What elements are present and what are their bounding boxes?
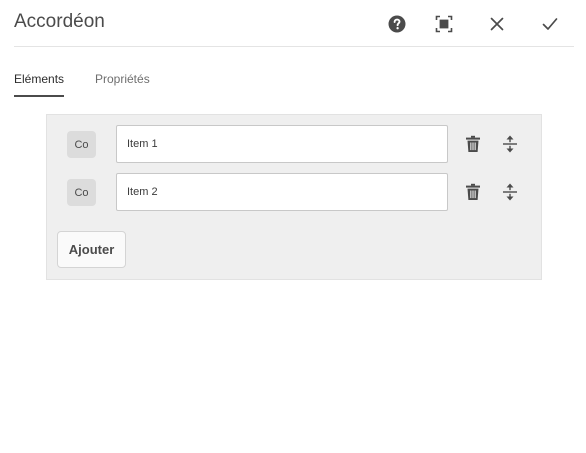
fullscreen-icon <box>435 15 453 33</box>
delete-item-button[interactable] <box>463 134 483 154</box>
tab-properties[interactable]: Propriétés <box>95 72 150 95</box>
close-icon <box>490 17 504 31</box>
item-drag-handle[interactable]: Co <box>67 131 96 158</box>
item-title-input[interactable] <box>116 125 448 163</box>
reorder-icon <box>503 183 517 201</box>
dialog-title: Accordéon <box>14 11 105 32</box>
tab-elements[interactable]: Eléments <box>14 72 65 97</box>
list-item: Co <box>47 173 541 211</box>
list-item: Co <box>47 125 541 163</box>
reorder-icon <box>503 135 517 153</box>
items-panel: Co Co <box>46 114 542 280</box>
done-button[interactable] <box>538 12 562 36</box>
reorder-item-button[interactable] <box>500 182 520 202</box>
fullscreen-button[interactable] <box>432 12 456 36</box>
reorder-item-button[interactable] <box>500 134 520 154</box>
trash-icon <box>466 135 480 152</box>
dialog-header: Accordéon <box>14 0 574 47</box>
item-title-input[interactable] <box>116 173 448 211</box>
trash-icon <box>466 183 480 200</box>
help-button[interactable] <box>385 12 409 36</box>
item-drag-handle[interactable]: Co <box>67 179 96 206</box>
close-button[interactable] <box>485 12 509 36</box>
delete-item-button[interactable] <box>463 182 483 202</box>
checkmark-icon <box>542 18 558 30</box>
help-icon <box>388 15 406 33</box>
add-item-button[interactable]: Ajouter <box>57 231 126 268</box>
